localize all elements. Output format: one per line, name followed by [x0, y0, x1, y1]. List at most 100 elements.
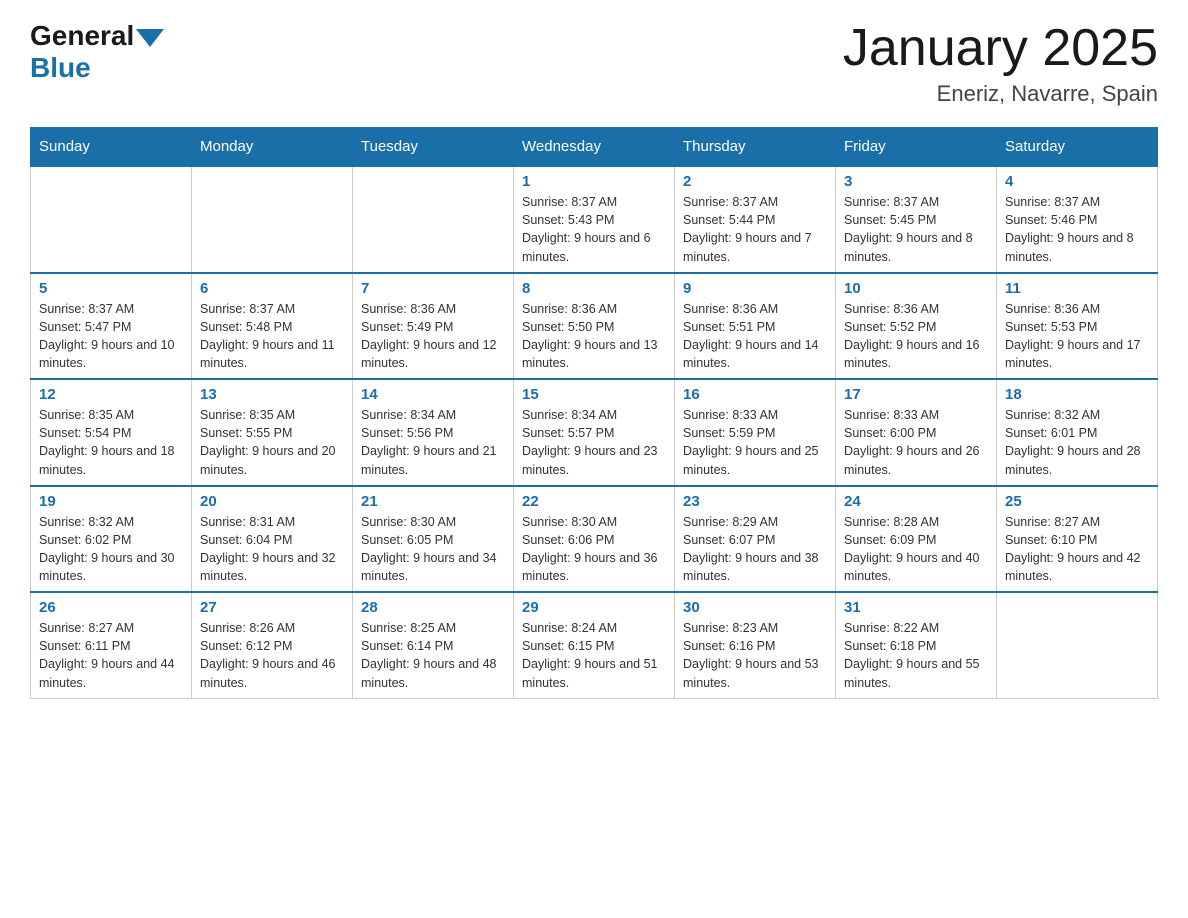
day-info: Sunrise: 8:27 AMSunset: 6:11 PMDaylight:… [39, 619, 183, 692]
day-info: Sunrise: 8:22 AMSunset: 6:18 PMDaylight:… [844, 619, 988, 692]
calendar-cell: 4Sunrise: 8:37 AMSunset: 5:46 PMDaylight… [997, 166, 1158, 273]
day-number: 15 [522, 386, 666, 403]
logo-blue-text: Blue [30, 52, 91, 83]
day-number: 28 [361, 599, 505, 616]
calendar-cell: 26 Sunrise: 8:27 AMSunset: 6:11 PMDayligh… [31, 592, 192, 698]
day-info: Sunrise: 8:26 AMSunset: 6:12 PMDaylight:… [200, 619, 344, 692]
calendar-cell [192, 166, 353, 273]
calendar-cell: 17Sunrise: 8:33 AMSunset: 6:00 PMDayligh… [836, 379, 997, 486]
calendar-week-row: 1 Sunrise: 8:37 AMSunset: 5:43 PMDaylight… [31, 166, 1158, 273]
calendar-cell [997, 592, 1158, 698]
day-number: 4 [1005, 173, 1149, 190]
day-number: 11 [1005, 280, 1149, 297]
day-number: 24 [844, 493, 988, 510]
day-info: Sunrise: 8:36 AMSunset: 5:52 PMDaylight:… [844, 300, 988, 373]
day-info: Sunrise: 8:36 AMSunset: 5:49 PMDaylight:… [361, 300, 505, 373]
calendar-cell: 14 Sunrise: 8:34 AMSunset: 5:56 PMDayligh… [353, 379, 514, 486]
calendar-cell: 30 Sunrise: 8:23 AMSunset: 6:16 PMDayligh… [675, 592, 836, 698]
page-header: General Blue January 2025 Eneriz, Navarr… [30, 20, 1158, 107]
day-info: Sunrise: 8:27 AMSunset: 6:10 PMDaylight:… [1005, 513, 1149, 586]
calendar-cell: 9 Sunrise: 8:36 AMSunset: 5:51 PMDaylight… [675, 273, 836, 380]
day-of-week-header: Friday [836, 128, 997, 167]
day-info: Sunrise: 8:36 AMSunset: 5:51 PMDaylight:… [683, 300, 827, 373]
day-info: Sunrise: 8:28 AMSunset: 6:09 PMDaylight:… [844, 513, 988, 586]
calendar-cell: 3Sunrise: 8:37 AMSunset: 5:45 PMDaylight… [836, 166, 997, 273]
calendar-cell: 7 Sunrise: 8:36 AMSunset: 5:49 PMDaylight… [353, 273, 514, 380]
calendar-cell: 16 Sunrise: 8:33 AMSunset: 5:59 PMDayligh… [675, 379, 836, 486]
calendar-week-row: 5 Sunrise: 8:37 AMSunset: 5:47 PMDaylight… [31, 273, 1158, 380]
day-number: 27 [200, 599, 344, 616]
day-info: Sunrise: 8:37 AMSunset: 5:43 PMDaylight:… [522, 193, 666, 266]
day-number: 29 [522, 599, 666, 616]
day-info: Sunrise: 8:31 AMSunset: 6:04 PMDaylight:… [200, 513, 344, 586]
calendar-cell: 28Sunrise: 8:25 AMSunset: 6:14 PMDayligh… [353, 592, 514, 698]
day-of-week-header: Wednesday [514, 128, 675, 167]
day-number: 18 [1005, 386, 1149, 403]
day-number: 9 [683, 280, 827, 297]
logo-general-text: General [30, 20, 134, 52]
day-number: 16 [683, 386, 827, 403]
day-number: 19 [39, 493, 183, 510]
day-info: Sunrise: 8:36 AMSunset: 5:53 PMDaylight:… [1005, 300, 1149, 373]
day-number: 30 [683, 599, 827, 616]
day-info: Sunrise: 8:36 AMSunset: 5:50 PMDaylight:… [522, 300, 666, 373]
calendar-header: SundayMondayTuesdayWednesdayThursdayFrid… [31, 128, 1158, 167]
day-info: Sunrise: 8:34 AMSunset: 5:57 PMDaylight:… [522, 406, 666, 479]
day-number: 20 [200, 493, 344, 510]
day-number: 12 [39, 386, 183, 403]
calendar-cell: 24 Sunrise: 8:28 AMSunset: 6:09 PMDayligh… [836, 486, 997, 593]
day-number: 22 [522, 493, 666, 510]
calendar-cell: 12 Sunrise: 8:35 AMSunset: 5:54 PMDayligh… [31, 379, 192, 486]
logo-triangle-icon [136, 29, 164, 47]
calendar-cell: 15 Sunrise: 8:34 AMSunset: 5:57 PMDayligh… [514, 379, 675, 486]
logo: General Blue [30, 20, 164, 84]
day-info: Sunrise: 8:23 AMSunset: 6:16 PMDaylight:… [683, 619, 827, 692]
day-info: Sunrise: 8:30 AMSunset: 6:06 PMDaylight:… [522, 513, 666, 586]
calendar-cell: 20 Sunrise: 8:31 AMSunset: 6:04 PMDayligh… [192, 486, 353, 593]
calendar-cell: 6 Sunrise: 8:37 AMSunset: 5:48 PMDaylight… [192, 273, 353, 380]
calendar-cell [353, 166, 514, 273]
day-number: 3 [844, 173, 988, 190]
day-info: Sunrise: 8:29 AMSunset: 6:07 PMDaylight:… [683, 513, 827, 586]
day-number: 14 [361, 386, 505, 403]
day-info: Sunrise: 8:35 AMSunset: 5:55 PMDaylight:… [200, 406, 344, 479]
day-number: 5 [39, 280, 183, 297]
calendar-cell: 13 Sunrise: 8:35 AMSunset: 5:55 PMDayligh… [192, 379, 353, 486]
location-subtitle: Eneriz, Navarre, Spain [843, 81, 1158, 107]
calendar-cell: 21Sunrise: 8:30 AMSunset: 6:05 PMDayligh… [353, 486, 514, 593]
day-number: 1 [522, 173, 666, 190]
month-title: January 2025 [843, 20, 1158, 77]
calendar-body: 1 Sunrise: 8:37 AMSunset: 5:43 PMDaylight… [31, 166, 1158, 698]
day-info: Sunrise: 8:37 AMSunset: 5:48 PMDaylight:… [200, 300, 344, 373]
day-of-week-header: Monday [192, 128, 353, 167]
day-info: Sunrise: 8:33 AMSunset: 5:59 PMDaylight:… [683, 406, 827, 479]
day-info: Sunrise: 8:24 AMSunset: 6:15 PMDaylight:… [522, 619, 666, 692]
calendar-week-row: 12 Sunrise: 8:35 AMSunset: 5:54 PMDayligh… [31, 379, 1158, 486]
day-number: 17 [844, 386, 988, 403]
calendar-cell [31, 166, 192, 273]
day-info: Sunrise: 8:35 AMSunset: 5:54 PMDaylight:… [39, 406, 183, 479]
day-info: Sunrise: 8:34 AMSunset: 5:56 PMDaylight:… [361, 406, 505, 479]
day-number: 13 [200, 386, 344, 403]
calendar-week-row: 26 Sunrise: 8:27 AMSunset: 6:11 PMDayligh… [31, 592, 1158, 698]
day-number: 2 [683, 173, 827, 190]
calendar-cell: 23Sunrise: 8:29 AMSunset: 6:07 PMDayligh… [675, 486, 836, 593]
day-number: 25 [1005, 493, 1149, 510]
day-number: 6 [200, 280, 344, 297]
calendar-cell: 10Sunrise: 8:36 AMSunset: 5:52 PMDayligh… [836, 273, 997, 380]
day-number: 26 [39, 599, 183, 616]
title-block: January 2025 Eneriz, Navarre, Spain [843, 20, 1158, 107]
calendar-cell: 25 Sunrise: 8:27 AMSunset: 6:10 PMDayligh… [997, 486, 1158, 593]
day-info: Sunrise: 8:37 AMSunset: 5:44 PMDaylight:… [683, 193, 827, 266]
day-number: 7 [361, 280, 505, 297]
day-number: 31 [844, 599, 988, 616]
calendar-cell: 18Sunrise: 8:32 AMSunset: 6:01 PMDayligh… [997, 379, 1158, 486]
day-info: Sunrise: 8:37 AMSunset: 5:47 PMDaylight:… [39, 300, 183, 373]
day-of-week-header: Tuesday [353, 128, 514, 167]
calendar-cell: 2 Sunrise: 8:37 AMSunset: 5:44 PMDaylight… [675, 166, 836, 273]
calendar-cell: 1 Sunrise: 8:37 AMSunset: 5:43 PMDaylight… [514, 166, 675, 273]
calendar-week-row: 19Sunrise: 8:32 AMSunset: 6:02 PMDayligh… [31, 486, 1158, 593]
calendar-cell: 29 Sunrise: 8:24 AMSunset: 6:15 PMDayligh… [514, 592, 675, 698]
day-of-week-header: Sunday [31, 128, 192, 167]
day-of-week-header: Thursday [675, 128, 836, 167]
